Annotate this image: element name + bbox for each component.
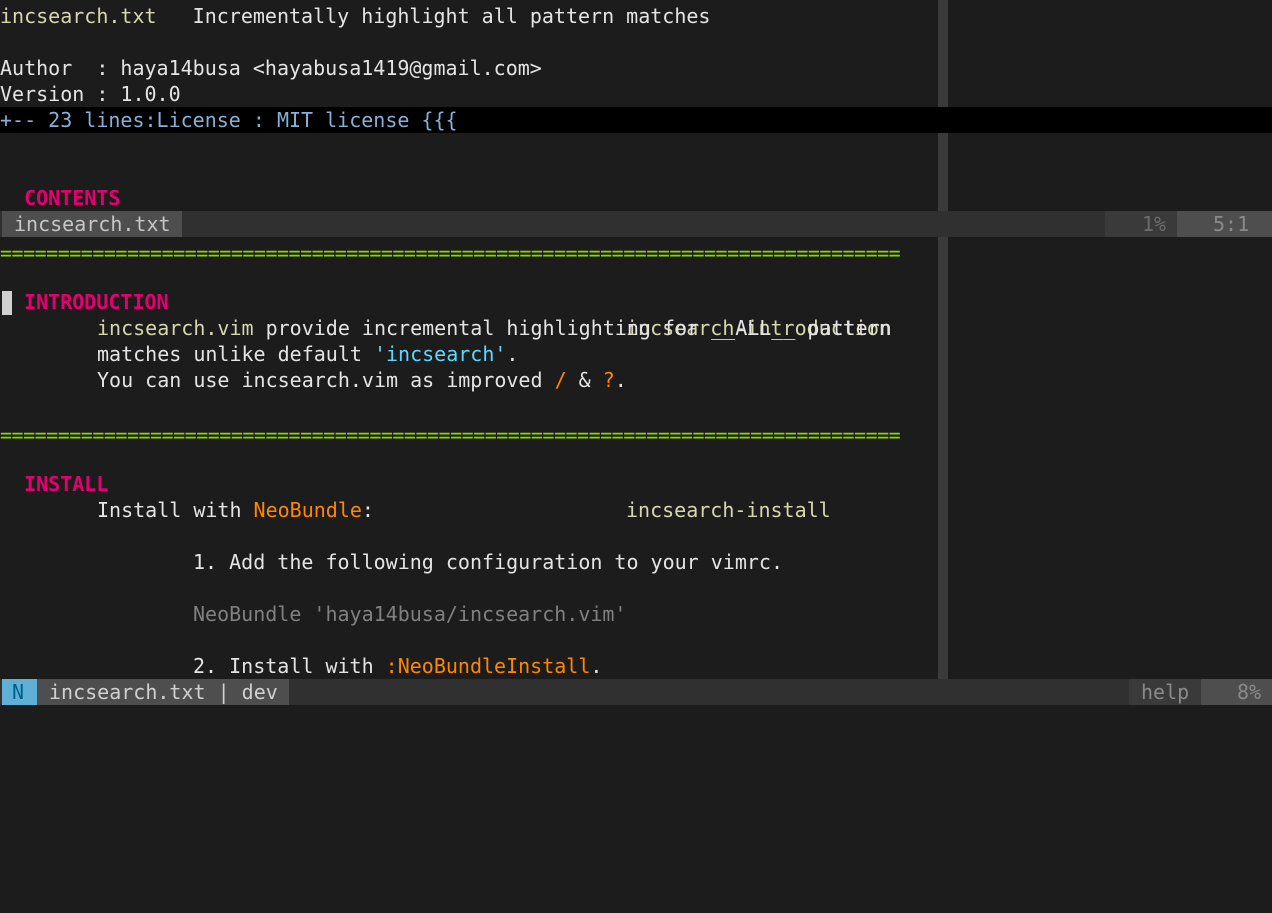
right-empty-pane-top[interactable] xyxy=(948,0,1272,107)
statusline-percent-block xyxy=(1105,211,1177,237)
statusline-position: 5:1 xyxy=(1213,212,1250,236)
install-step-1: 1. Add the following configuration to yo… xyxy=(193,550,784,574)
slash-command-link[interactable]: / xyxy=(555,368,567,392)
contents-heading: CONTENTS xyxy=(24,186,121,210)
intro-line-3-text: You can use incsearch.vim as improved xyxy=(97,368,555,392)
incsearch-option-link[interactable]: 'incsearch' xyxy=(374,342,506,366)
contents-heading-line: CONTENTS incsearch-contents xyxy=(0,159,936,236)
statusline-filename: incsearch.txt xyxy=(14,212,171,236)
neobundleinstall-command-link[interactable]: :NeoBundleInstall xyxy=(386,654,591,678)
intro-line-2-end: . xyxy=(506,342,519,366)
intro-line-2-text: matches unlike default xyxy=(97,342,374,366)
author-line: Author : haya14busa <hayabusa1419@gmail.… xyxy=(0,56,542,80)
vertical-split-separator-top[interactable] xyxy=(938,0,948,107)
bottom-window-statusline[interactable]: N incsearch.txt | dev help 8% xyxy=(0,679,1272,705)
vertical-split-separator-bottom[interactable] xyxy=(938,237,948,679)
intro-line-2: matches unlike default 'incsearch'. xyxy=(97,341,518,367)
top-window-statusline[interactable]: incsearch.txt 1% 5:1 xyxy=(0,211,1272,237)
statusline-percent-bottom: 8% xyxy=(1237,680,1262,704)
intro-line-3-amp: & xyxy=(566,368,603,392)
introduction-heading: INTRODUCTION xyxy=(24,290,169,314)
incsearch-vim-link[interactable]: incsearch.vim xyxy=(97,316,254,340)
statusline-percent: 1% xyxy=(1142,212,1167,236)
install-step-2: 2. Install with :NeoBundleInstall. xyxy=(193,653,602,679)
intro-line-3-end: . xyxy=(614,368,627,392)
intro-line-3: You can use incsearch.vim as improved / … xyxy=(97,367,627,393)
fold-line[interactable]: +-- 23 lines:License : MIT license {{{ xyxy=(0,107,1272,133)
intro-line-1: incsearch.vim provide incremental highli… xyxy=(97,315,892,341)
install-heading: INSTALL xyxy=(24,472,109,496)
version-line: Version : 1.0.0 xyxy=(0,82,181,106)
introduction-heading-line: INTRODUCTION incsearch-introduction xyxy=(0,263,936,340)
help-file-description: Incrementally highlight all pattern matc… xyxy=(192,4,711,28)
install-line-1: Install with NeoBundle: xyxy=(97,497,374,523)
install-step-2-text: 2. Install with xyxy=(193,654,386,678)
right-empty-pane-mid[interactable] xyxy=(948,133,1272,211)
statusline-filetype: help xyxy=(1141,680,1190,704)
statusline-file-branch: incsearch.txt | dev xyxy=(49,680,278,704)
install-step-2-end: . xyxy=(590,654,603,678)
help-file-tag: incsearch.txt xyxy=(0,4,157,28)
help-header-line: incsearch.txt Incrementally highlight al… xyxy=(0,3,710,29)
install-code-example: NeoBundle 'haya14busa/incsearch.vim' xyxy=(193,602,627,626)
vertical-split-separator-mid[interactable] xyxy=(938,133,948,211)
install-line-1-text: Install with xyxy=(97,498,254,522)
question-command-link[interactable]: ? xyxy=(603,368,615,392)
install-tag[interactable]: incsearch-install xyxy=(626,497,831,523)
install-line-1-end: : xyxy=(361,498,374,522)
mode-indicator: N xyxy=(12,680,25,704)
install-heading-line: INSTALL incsearch-install xyxy=(0,445,936,522)
command-line[interactable] xyxy=(0,705,1272,730)
text-cursor xyxy=(2,291,12,315)
neobundle-link[interactable]: NeoBundle xyxy=(254,498,362,522)
intro-line-1-text: provide incremental highlighting for __A… xyxy=(253,316,892,340)
right-empty-pane-bottom[interactable] xyxy=(948,237,1272,679)
